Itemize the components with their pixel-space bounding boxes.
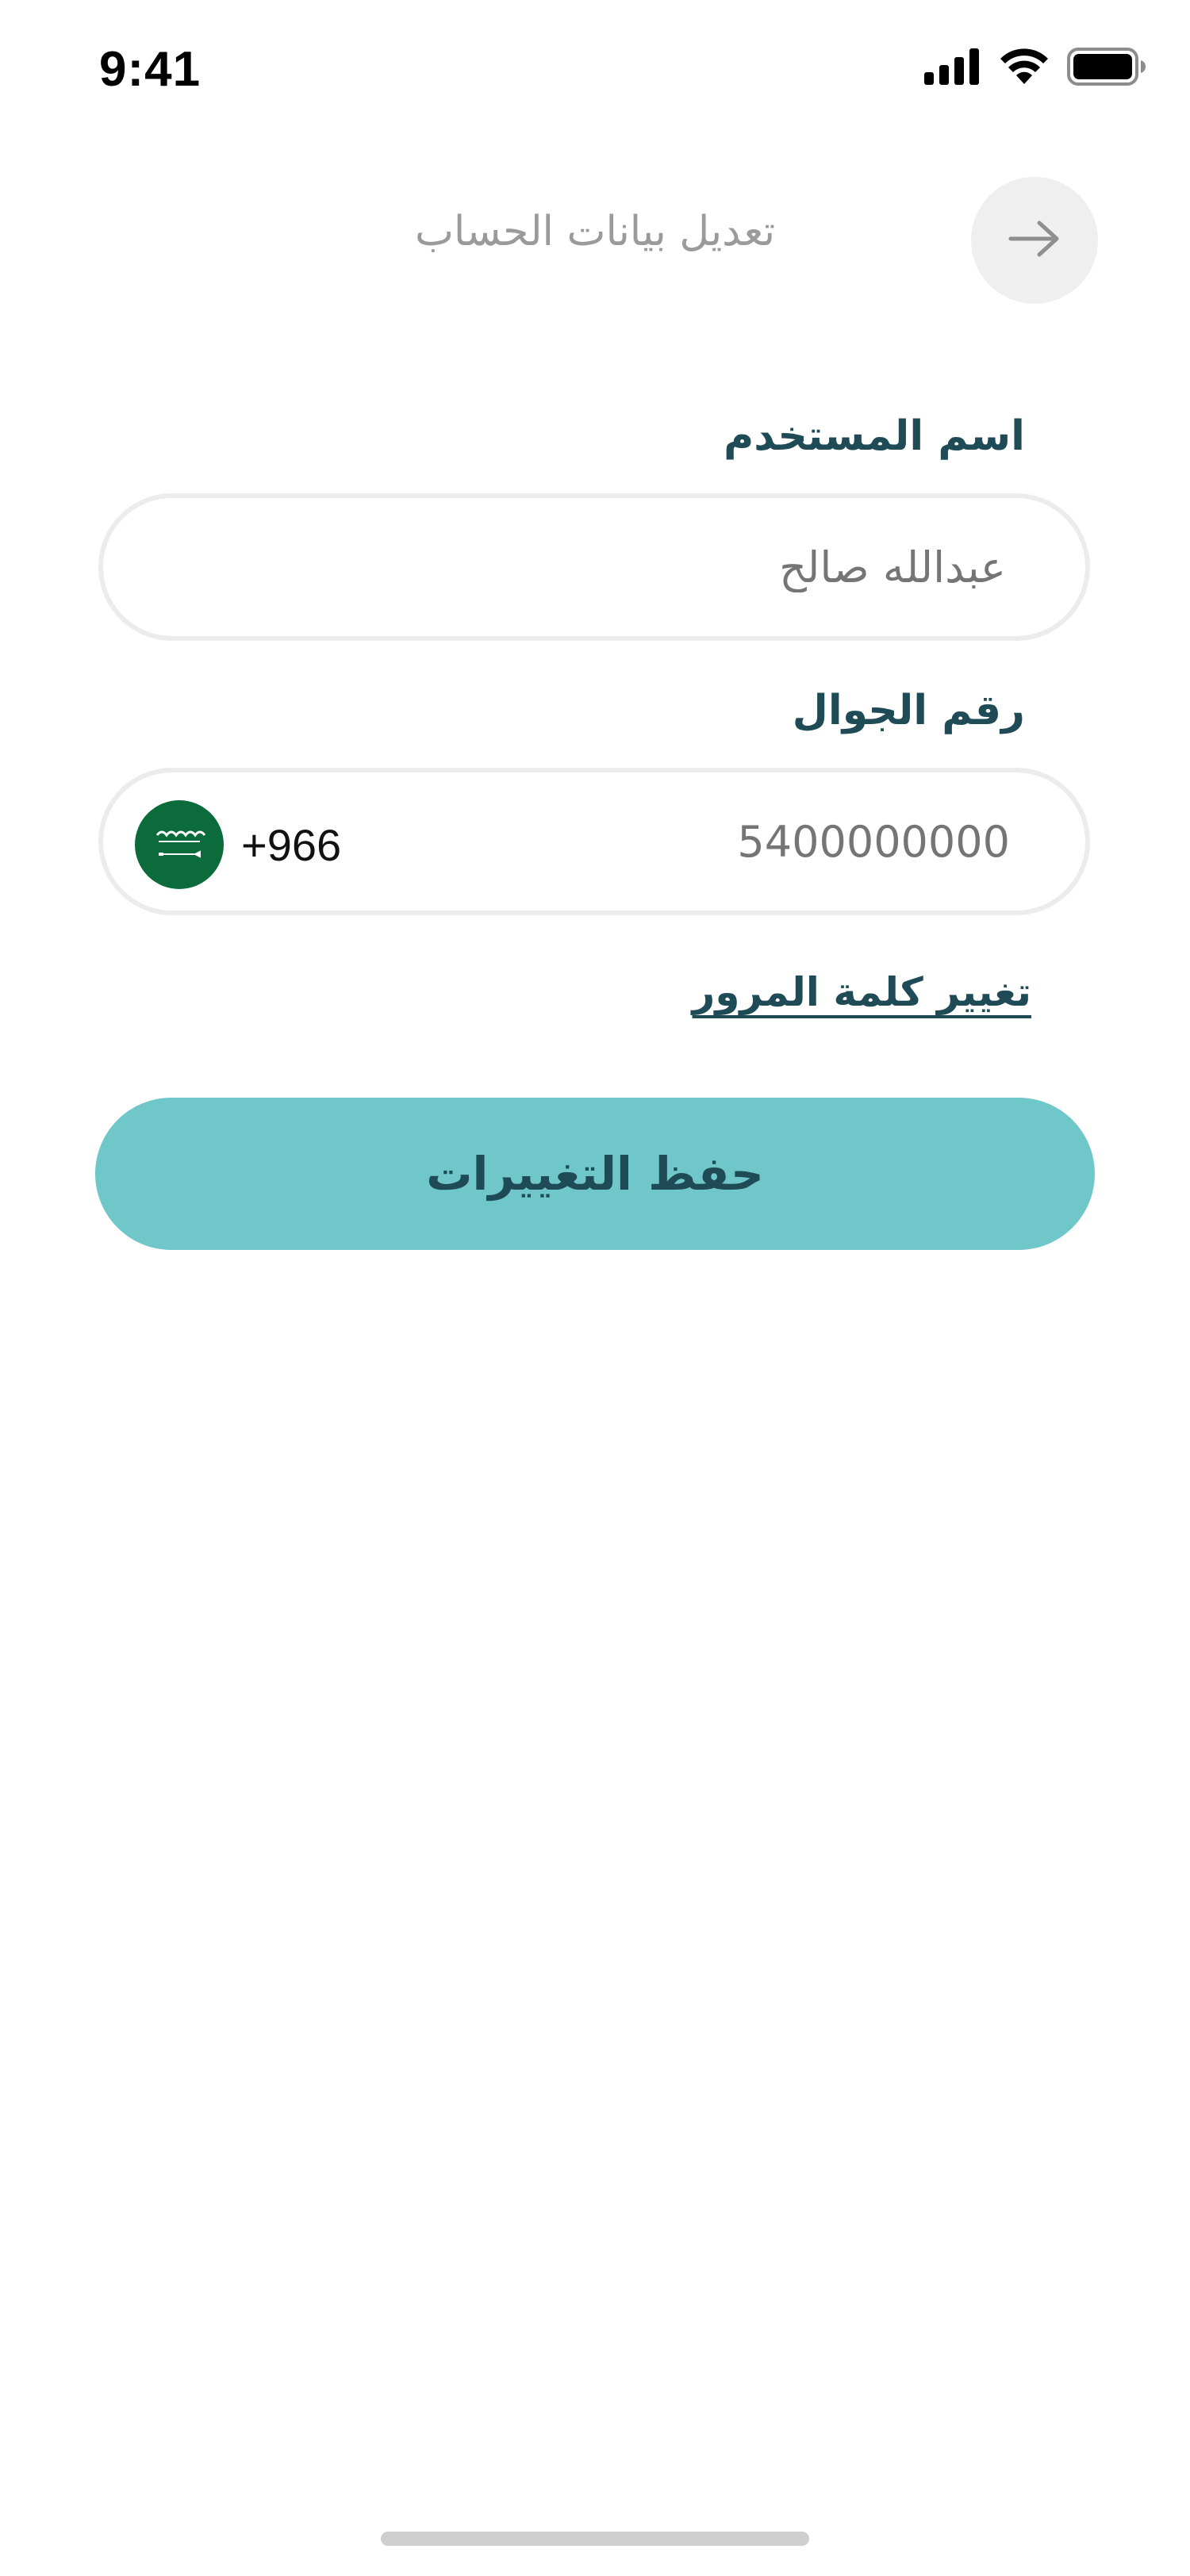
username-label: اسم المستخدم: [724, 412, 1025, 460]
phone-field[interactable]: +966: [98, 768, 1090, 915]
username-input[interactable]: [103, 498, 1085, 636]
status-bar: 9:41: [0, 0, 1190, 143]
status-icons: [924, 48, 1146, 89]
wifi-icon: [999, 48, 1050, 89]
arrow-right-icon: [1006, 217, 1063, 264]
home-indicator: [381, 2532, 809, 2546]
status-time: 9:41: [99, 42, 202, 97]
back-button[interactable]: [971, 177, 1098, 304]
signal-icon: [924, 48, 981, 88]
battery-icon: [1067, 48, 1146, 89]
phone-input[interactable]: [103, 772, 1085, 910]
save-changes-button[interactable]: حفظ التغييرات: [95, 1098, 1095, 1250]
change-password-link[interactable]: تغيير كلمة المرور: [693, 969, 1031, 1015]
phone-label: رقم الجوال: [792, 687, 1025, 734]
username-field[interactable]: [98, 493, 1090, 641]
page-title: تعديل بيانات الحساب: [414, 208, 776, 255]
